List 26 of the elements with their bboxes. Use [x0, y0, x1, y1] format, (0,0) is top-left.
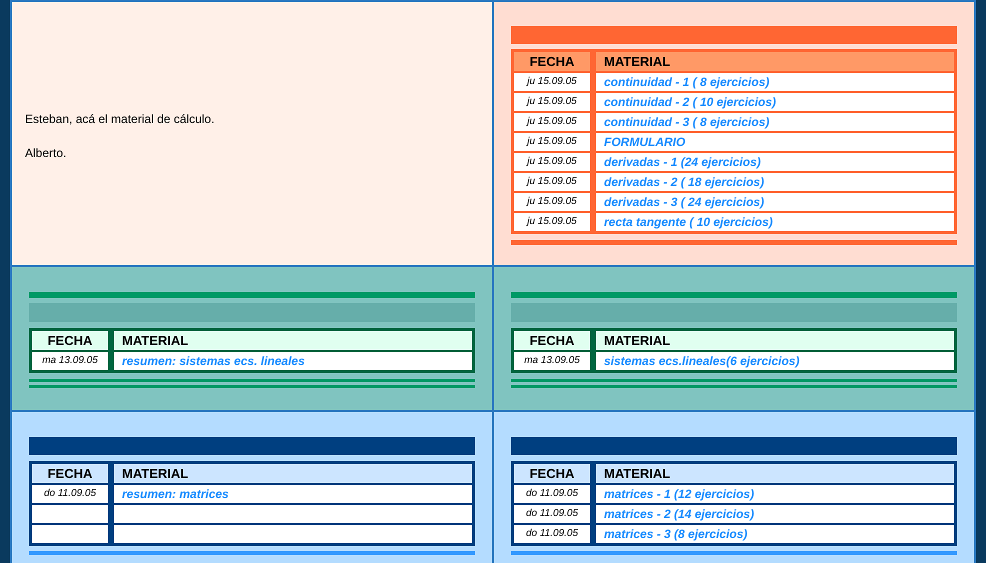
- date-cell: ju 15.09.05: [514, 213, 590, 231]
- column-header: FECHA: [514, 464, 590, 483]
- column-header: MATERIAL: [114, 464, 472, 483]
- date-cell: ju 15.09.05: [514, 113, 590, 131]
- date-cell: ju 15.09.05: [514, 73, 590, 91]
- column-header: MATERIAL: [596, 464, 954, 483]
- date-cell: ju 15.09.05: [514, 173, 590, 191]
- message-text: Alberto.: [25, 145, 68, 162]
- column-header: FECHA: [514, 331, 590, 350]
- date-cell: do 11.09.05: [514, 485, 590, 503]
- date-cell: ju 15.09.05: [514, 133, 590, 151]
- date-cell: ma 13.09.05: [514, 352, 590, 370]
- column-header: FECHA: [514, 52, 590, 71]
- column-header: MATERIAL: [596, 331, 954, 350]
- date-cell: ma 13.09.05: [32, 352, 108, 370]
- column-header: MATERIAL: [596, 52, 954, 71]
- column-header: FECHA: [32, 331, 108, 350]
- date-cell: ju 15.09.05: [514, 93, 590, 111]
- date-cell: ju 15.09.05: [514, 193, 590, 211]
- date-cell: do 11.09.05: [514, 505, 590, 523]
- date-cell: do 11.09.05: [514, 525, 590, 543]
- date-cell: ju 15.09.05: [514, 153, 590, 171]
- column-header: MATERIAL: [114, 331, 472, 350]
- column-header: FECHA: [32, 464, 108, 483]
- message-text: Esteban, acá el material de cálculo.: [25, 111, 216, 128]
- date-cell: do 11.09.05: [32, 485, 108, 503]
